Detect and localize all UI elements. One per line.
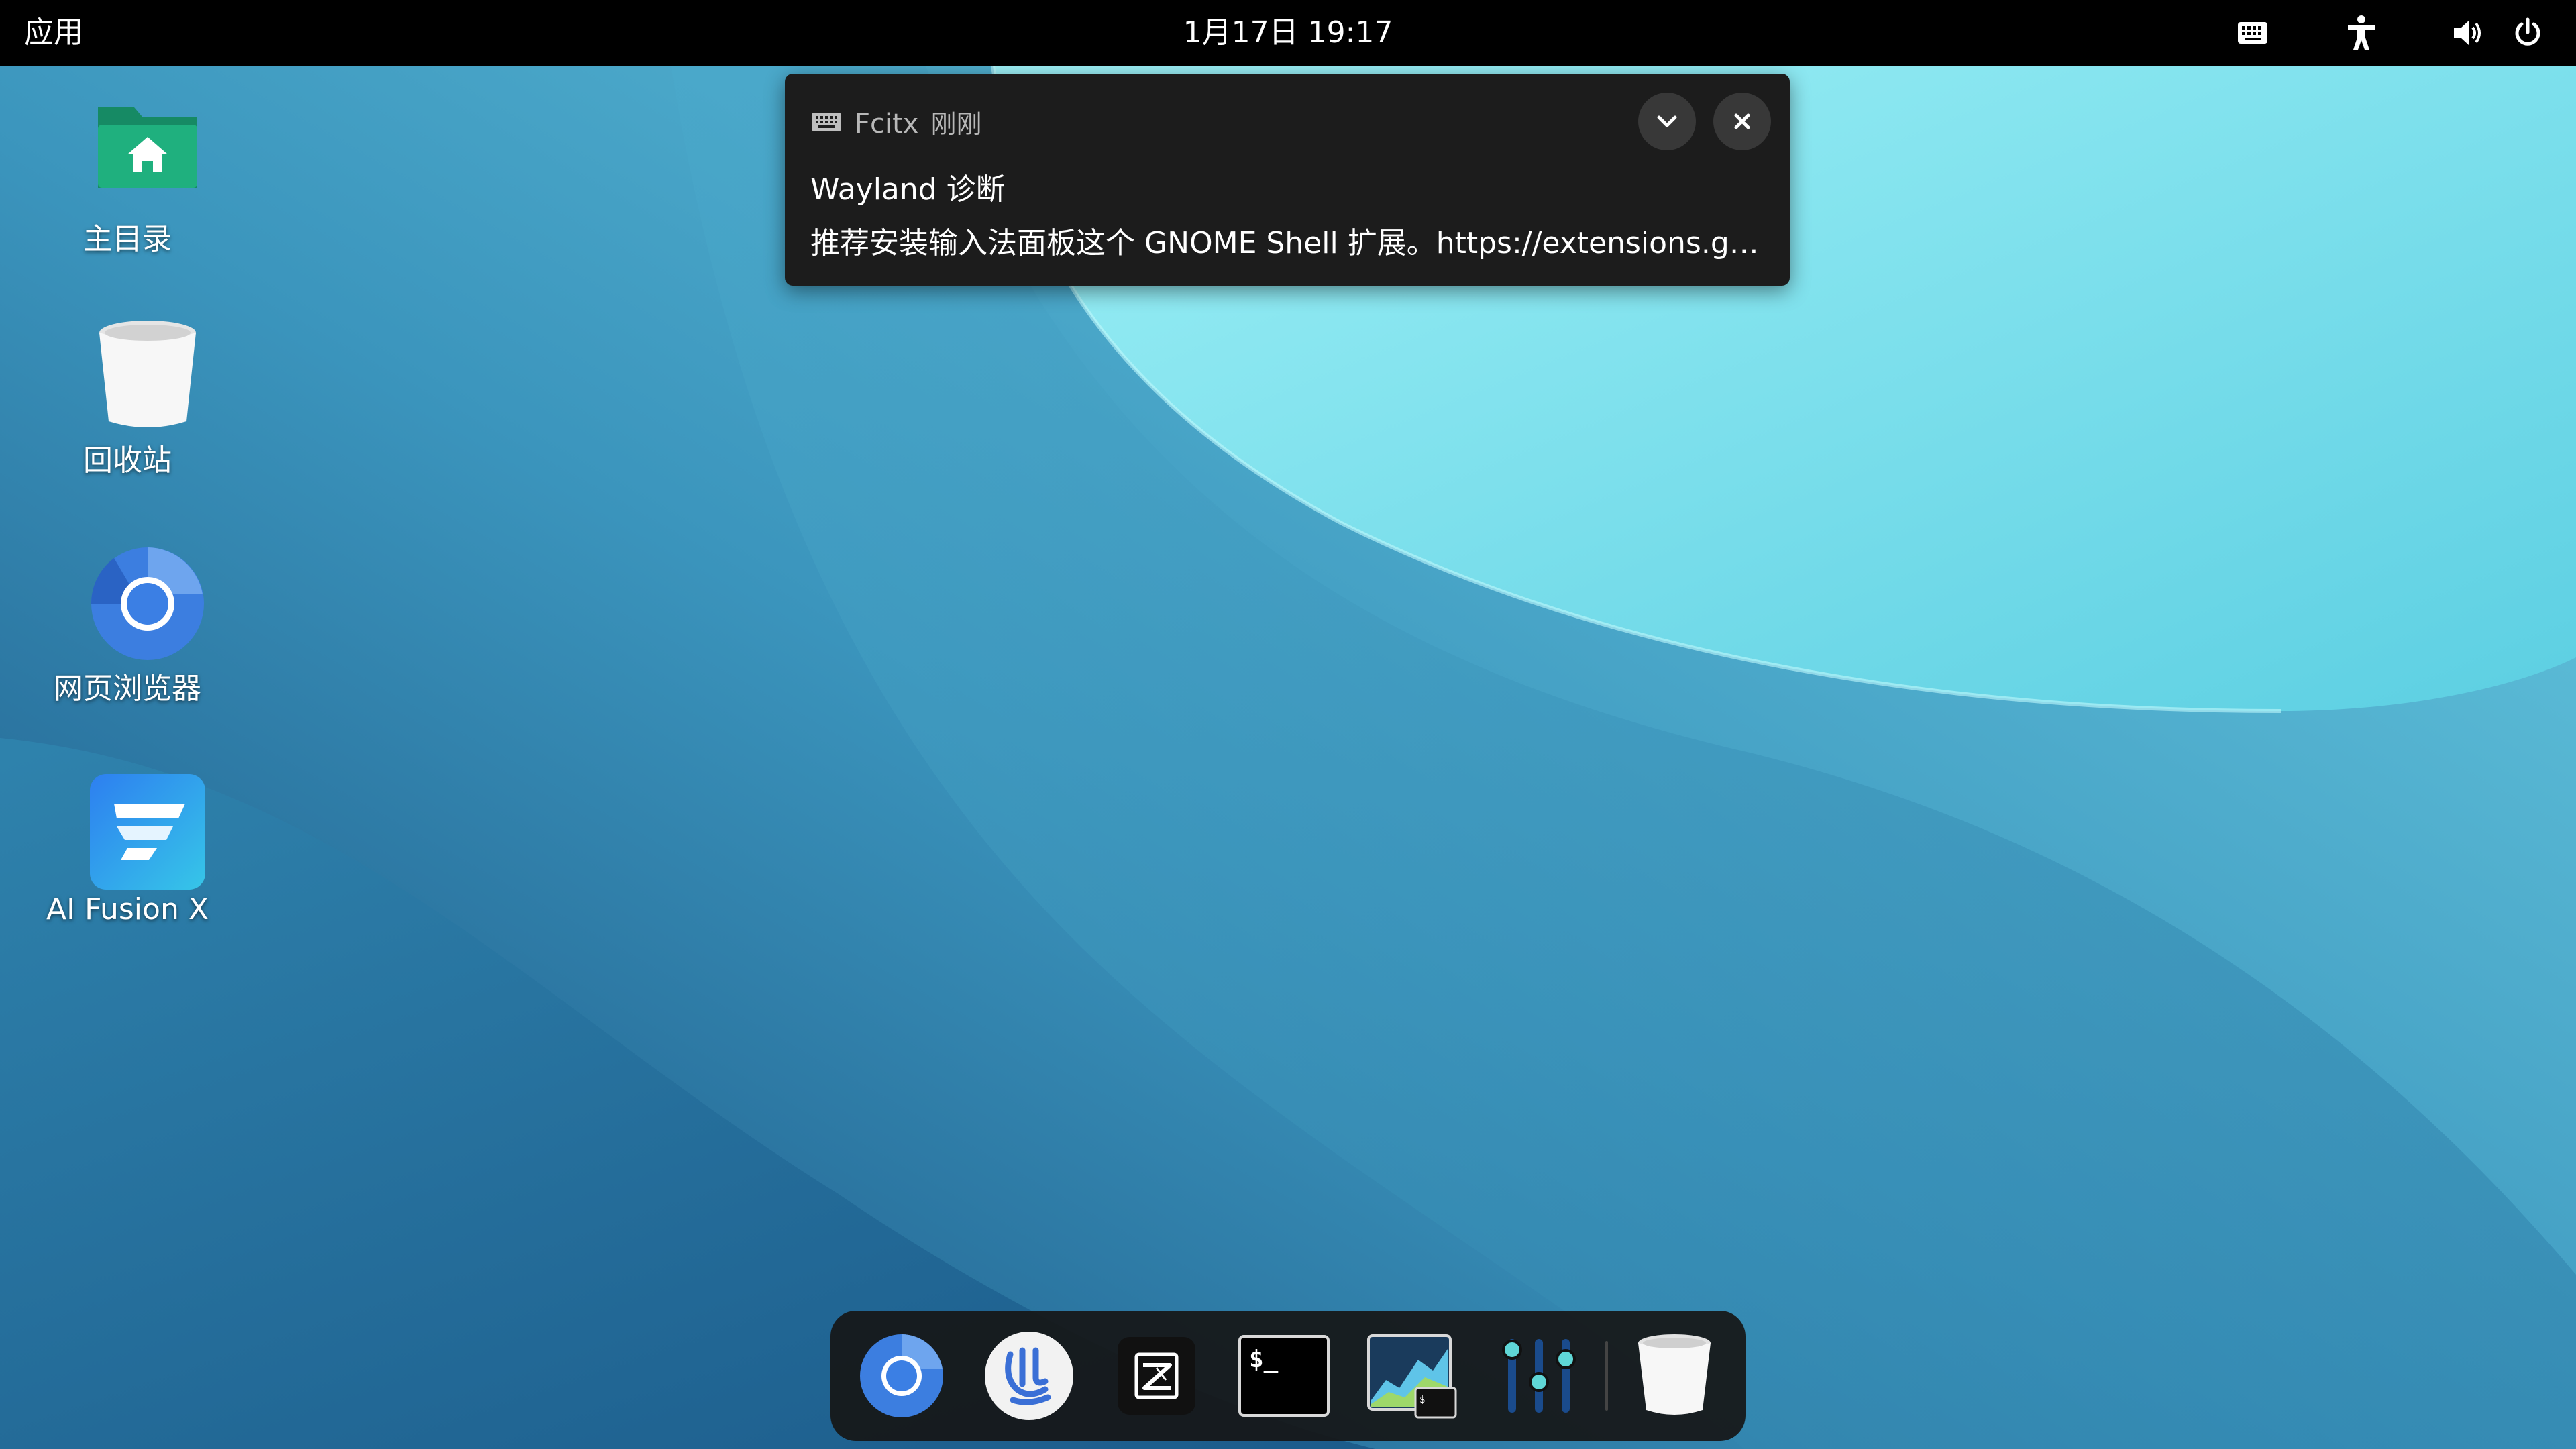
- notification-banner[interactable]: Fcitx 刚刚 Wayland 诊断 推荐安装输入法面板这个 GNOME She…: [785, 74, 1790, 286]
- notification-source: Fcitx 刚刚: [855, 103, 981, 140]
- text-editor-icon: [1118, 1337, 1195, 1415]
- svg-text:$_: $_: [1419, 1395, 1431, 1405]
- notification-time: 刚刚: [930, 109, 982, 139]
- desktop-icon-trash[interactable]: 回收站: [27, 315, 228, 517]
- keyboard-icon[interactable]: [2226, 0, 2279, 66]
- chromium-icon: [87, 543, 208, 664]
- system-monitor-icon: $_: [1367, 1334, 1457, 1419]
- desktop-icon-label: 回收站: [83, 443, 172, 478]
- notification-body: 推荐安装输入法面板这个 GNOME Shell 扩展。https://exten…: [810, 226, 1770, 260]
- clock-area: 1月17日 19:17: [0, 0, 2576, 66]
- terminal-icon: $_: [1238, 1335, 1330, 1417]
- dock-mixer-settings-button[interactable]: [1489, 1326, 1589, 1426]
- ai-fusion-icon: [87, 771, 208, 892]
- desktop-icon-browser[interactable]: 网页浏览器: [27, 543, 228, 745]
- notification-close-button[interactable]: [1713, 93, 1771, 150]
- chevron-down-icon: [1657, 115, 1677, 127]
- chromium-icon: [860, 1334, 943, 1417]
- keyboard-icon: [810, 106, 843, 138]
- desktop-icon-ai-fusion[interactable]: AI Fusion X: [27, 771, 228, 973]
- home-folder-icon: [87, 94, 208, 215]
- dock-terminal-button[interactable]: $_: [1234, 1326, 1334, 1426]
- mixer-settings-icon: [1502, 1339, 1576, 1413]
- dock-separator: [1605, 1341, 1608, 1411]
- close-icon: [1734, 113, 1750, 129]
- dock-software-store-button[interactable]: [979, 1326, 1079, 1426]
- clock-button[interactable]: 1月17日 19:17: [1183, 15, 1393, 50]
- desktop-icon-home[interactable]: 主目录: [27, 94, 228, 295]
- applications-menu-button[interactable]: 应用: [24, 0, 83, 66]
- accessibility-icon[interactable]: [2334, 0, 2388, 66]
- trash-icon: [1638, 1334, 1711, 1415]
- notification-title: Wayland 诊断: [810, 172, 1006, 207]
- desktop-icon-label: 主目录: [83, 222, 172, 256]
- notification-app-name: Fcitx: [855, 109, 919, 140]
- svg-text:$_: $_: [1249, 1346, 1279, 1373]
- notification-expand-button[interactable]: [1638, 93, 1696, 150]
- dock: $_ $_: [830, 1311, 1746, 1441]
- dock-chromium-button[interactable]: [852, 1326, 951, 1426]
- desktop-icon-label: AI Fusion X: [46, 892, 209, 926]
- dock-system-monitor-button[interactable]: $_: [1362, 1326, 1461, 1426]
- power-icon[interactable]: [2501, 0, 2555, 66]
- dock-text-editor-button[interactable]: [1107, 1326, 1206, 1426]
- top-bar: 应用 1月17日 19:17: [0, 0, 2576, 66]
- dock-trash-button[interactable]: [1625, 1326, 1724, 1426]
- desktop-icon-label: 网页浏览器: [54, 672, 201, 706]
- software-store-icon: [985, 1332, 1073, 1420]
- volume-icon[interactable]: [2442, 0, 2496, 66]
- trash-icon: [87, 315, 208, 436]
